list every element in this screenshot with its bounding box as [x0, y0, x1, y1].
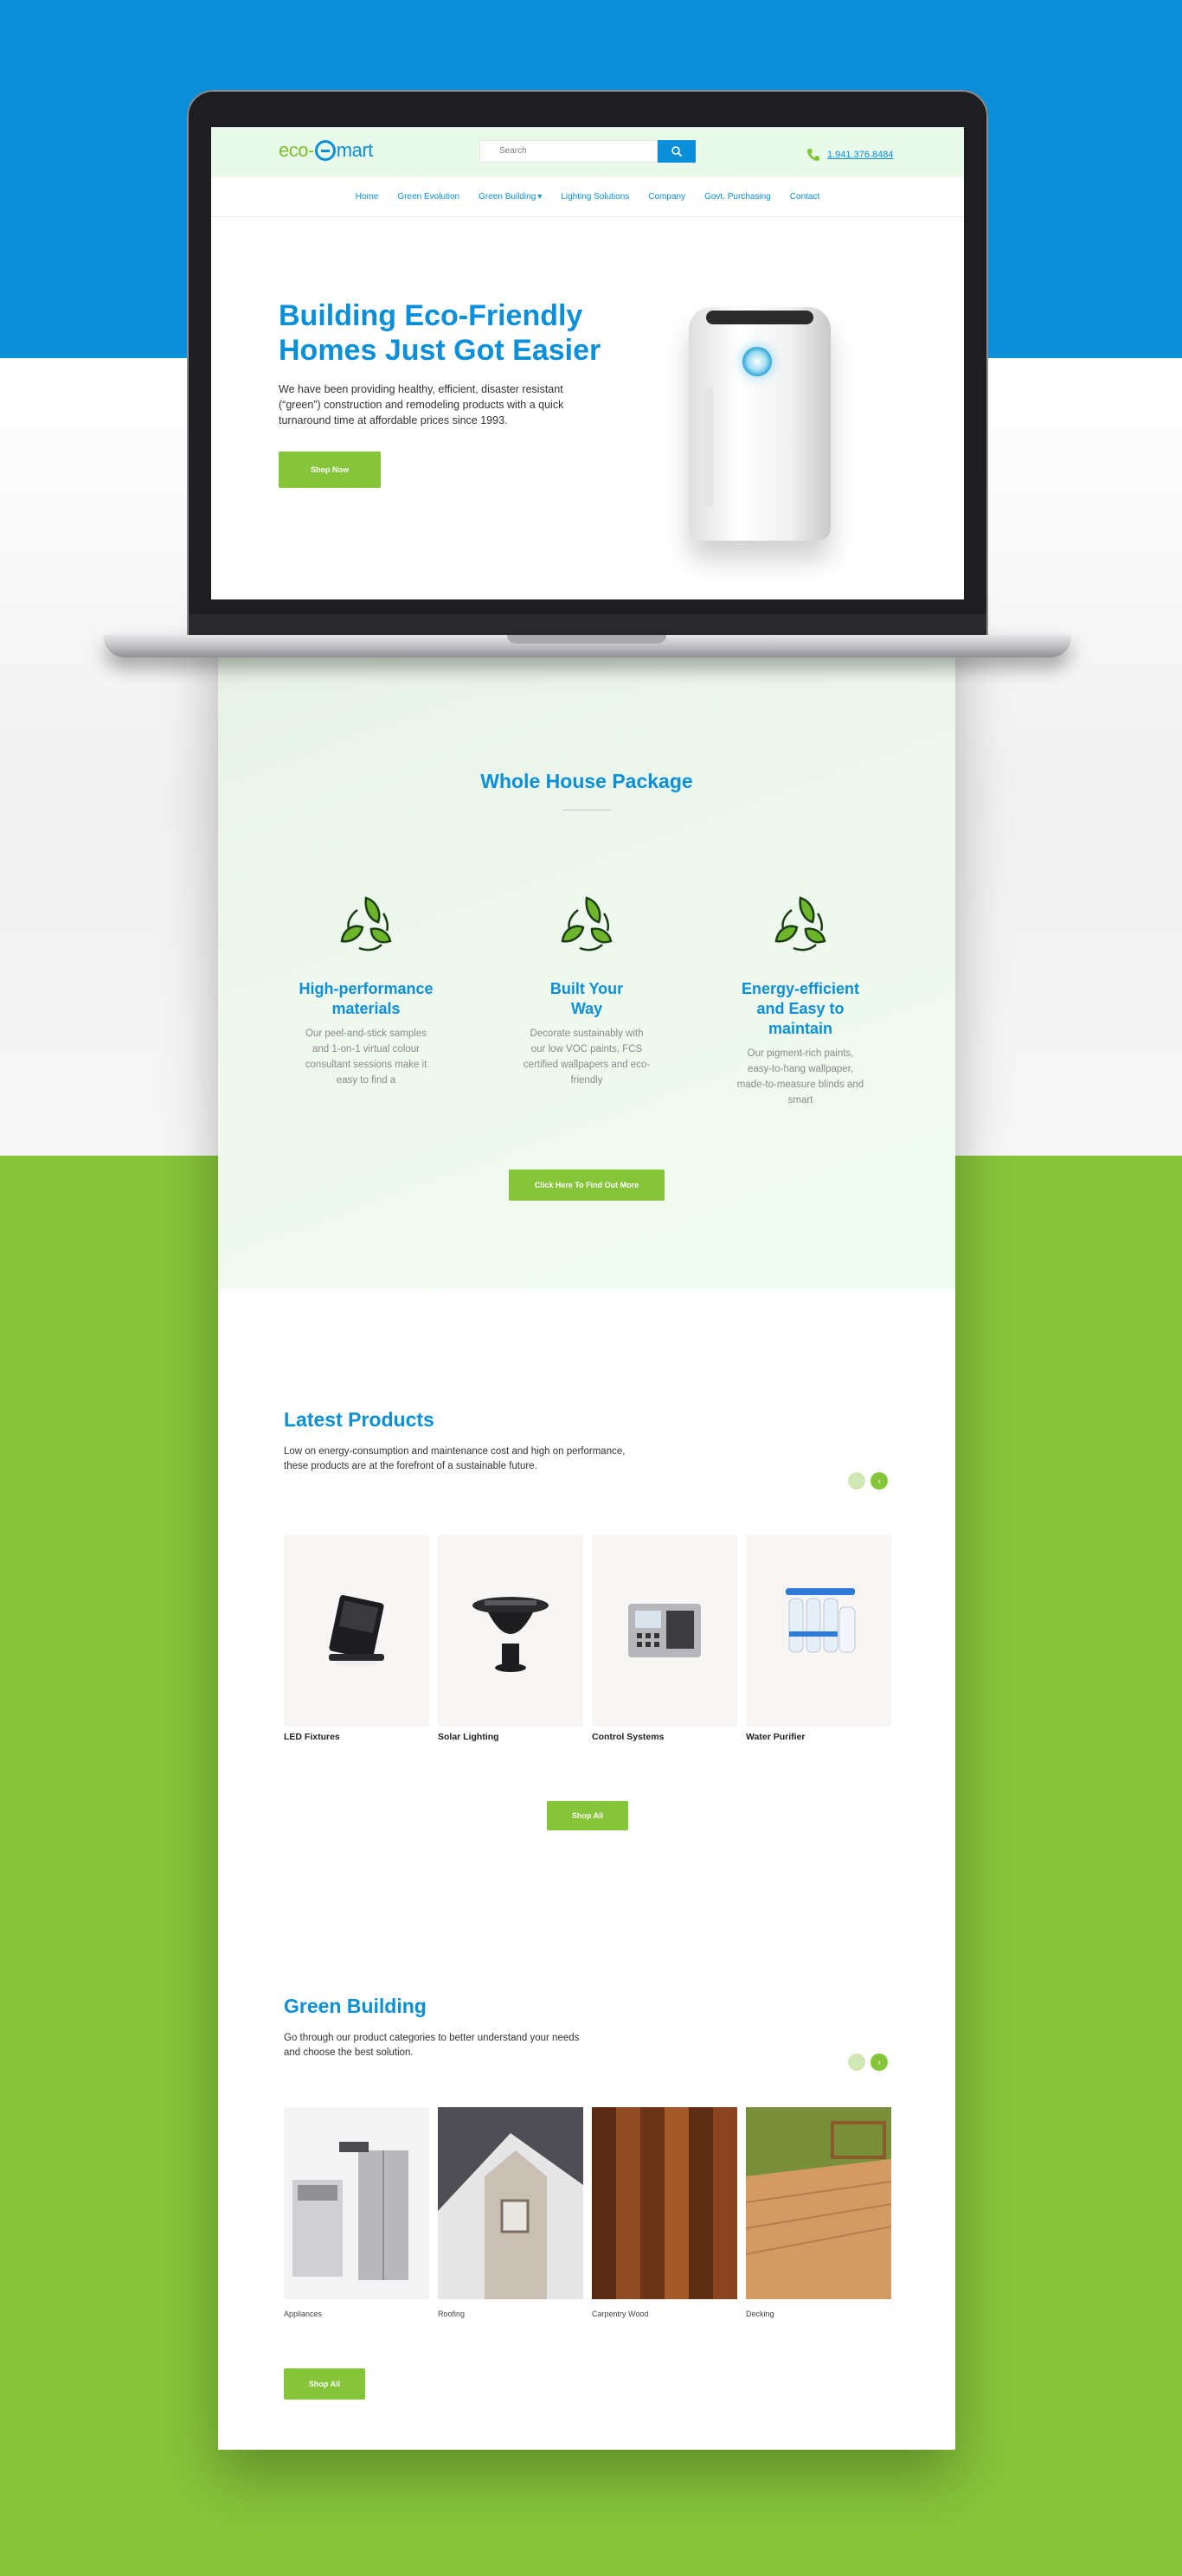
shop-all-categories-button[interactable]: Shop All: [284, 2368, 365, 2400]
purifier-top: [706, 311, 813, 324]
category-tile[interactable]: [438, 2107, 583, 2299]
search-input[interactable]: Search: [479, 140, 658, 163]
green-building-text: Go through our product categories to bet…: [284, 2033, 580, 2058]
search-button[interactable]: [658, 140, 696, 163]
nav-item-contact[interactable]: Contact: [790, 192, 819, 202]
feature-card: Energy-efficient and Easy to maintain Ou…: [727, 891, 874, 1108]
recycle-leaf-icon: [561, 896, 613, 952]
carousel-next-button[interactable]: ›: [870, 2054, 888, 2071]
shop-now-button[interactable]: Shop Now: [279, 452, 381, 488]
main-nav: Home Green Evolution Green Building ▾ Lig…: [211, 177, 964, 217]
laptop-notch: [507, 635, 666, 644]
solar-light-image: [472, 1597, 549, 1672]
category-tile[interactable]: [746, 2107, 891, 2299]
nav-item-govt-purchasing[interactable]: Govt. Purchasing: [704, 192, 771, 202]
nav-item-green-evolution[interactable]: Green Evolution: [397, 192, 459, 202]
nav-item-label: Green Building: [479, 192, 536, 202]
laptop-bezel: [189, 614, 986, 635]
water-purifier-image: [786, 1588, 856, 1653]
search-icon: [671, 146, 683, 157]
category-tile[interactable]: [592, 2107, 737, 2299]
roofing-image: [438, 2107, 583, 2299]
category-label[interactable]: Decking: [746, 2310, 774, 2318]
feature-text: Our pigment-rich paints, easy-to-hang wa…: [736, 1048, 864, 1105]
product-label[interactable]: Solar Lighting: [438, 1732, 499, 1742]
product-label[interactable]: Control Systems: [592, 1732, 664, 1742]
category-label[interactable]: Carpentry Wood: [592, 2310, 648, 2318]
site-header: eco-mart Search 1.941.376.8484: [211, 127, 964, 177]
product-label[interactable]: LED Fixtures: [284, 1732, 340, 1742]
purifier-dial: [742, 347, 772, 376]
green-building-title: Green Building: [284, 1995, 427, 2017]
package-title: Whole House Package: [480, 770, 693, 792]
feature-card: High-performance materials Our peel-and-…: [292, 891, 440, 1088]
feature-text: Our peel-and-stick samples and 1-on-1 vi…: [305, 1028, 427, 1086]
latest-products-title: Latest Products: [284, 1408, 434, 1431]
nav-item-lighting-solutions[interactable]: Lighting Solutions: [561, 192, 629, 202]
chevron-down-icon: ▾: [537, 192, 543, 202]
category-tile[interactable]: [284, 2107, 429, 2299]
carousel-prev-button[interactable]: [848, 2054, 865, 2071]
hero-text: We have been providing healthy, efficien…: [279, 383, 564, 426]
hero-title: Building Eco-Friendly Homes Just Got Eas…: [279, 299, 601, 367]
decking-image: [746, 2107, 891, 2299]
site-logo[interactable]: eco-mart: [279, 139, 373, 162]
carousel-prev-button[interactable]: [848, 1472, 865, 1490]
phone-link[interactable]: 1.941.376.8484: [827, 150, 893, 160]
product-tile[interactable]: [746, 1535, 891, 1727]
title-divider: [562, 810, 611, 811]
purifier-panel: [704, 387, 713, 508]
latest-products-text: Low on energy-consumption and maintenanc…: [284, 1446, 626, 1471]
feature-title: High-performance materials: [299, 980, 434, 1017]
nav-item-home[interactable]: Home: [356, 192, 379, 202]
recycle-leaf-icon: [340, 896, 392, 952]
product-tile[interactable]: [592, 1535, 737, 1727]
feature-card: Built Your Way Decorate sustainably with…: [513, 891, 660, 1088]
logo-e-icon: [314, 140, 336, 161]
feature-title: Energy-efficient and Easy to maintain: [741, 980, 860, 1037]
phone-icon: [807, 149, 819, 161]
product-tile[interactable]: [284, 1535, 429, 1727]
product-tile[interactable]: [438, 1535, 583, 1727]
product-label[interactable]: Water Purifier: [746, 1732, 805, 1742]
logo-text-right: mart: [336, 139, 374, 161]
nav-item-green-building[interactable]: Green Building ▾: [479, 192, 542, 202]
control-system-image: [628, 1604, 701, 1657]
shop-all-products-button[interactable]: Shop All: [547, 1801, 628, 1830]
feature-title: Built Your Way: [549, 980, 624, 1017]
nav-item-company[interactable]: Company: [648, 192, 685, 202]
feature-text: Decorate sustainably with our low VOC pa…: [523, 1028, 651, 1086]
appliances-image: [284, 2107, 429, 2299]
find-out-more-button[interactable]: Click Here To Find Out More: [509, 1169, 665, 1201]
carousel-next-button[interactable]: ›: [870, 1472, 888, 1490]
page-preview-card: Whole House Package High-performance mat…: [218, 606, 955, 2450]
laptop-screen: eco-mart Search 1.941.376.8484 Home Gree…: [211, 127, 964, 599]
category-label[interactable]: Appliances: [284, 2310, 322, 2318]
logo-text-left: eco-: [279, 139, 314, 161]
carpentry-wood-image: [592, 2107, 737, 2299]
led-fixture-image: [329, 1595, 384, 1666]
recycle-leaf-icon: [774, 896, 826, 952]
category-label[interactable]: Roofing: [438, 2310, 465, 2318]
